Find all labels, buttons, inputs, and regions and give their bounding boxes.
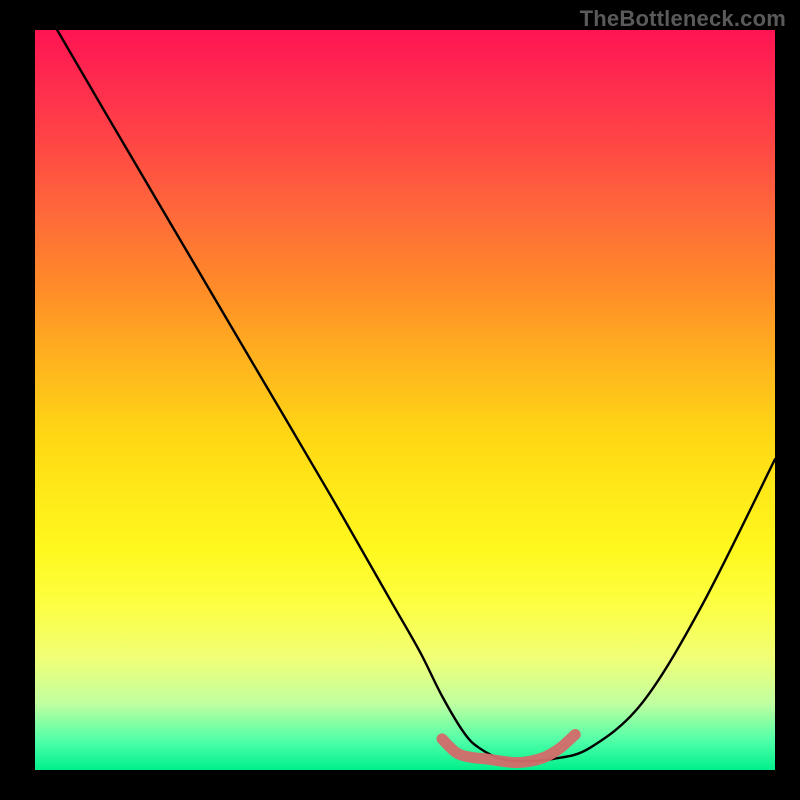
black-curve <box>57 30 775 761</box>
curve-layer <box>35 30 775 770</box>
plot-region <box>35 30 775 770</box>
watermark-text: TheBottleneck.com <box>580 6 786 32</box>
chart-stage: TheBottleneck.com <box>0 0 800 800</box>
